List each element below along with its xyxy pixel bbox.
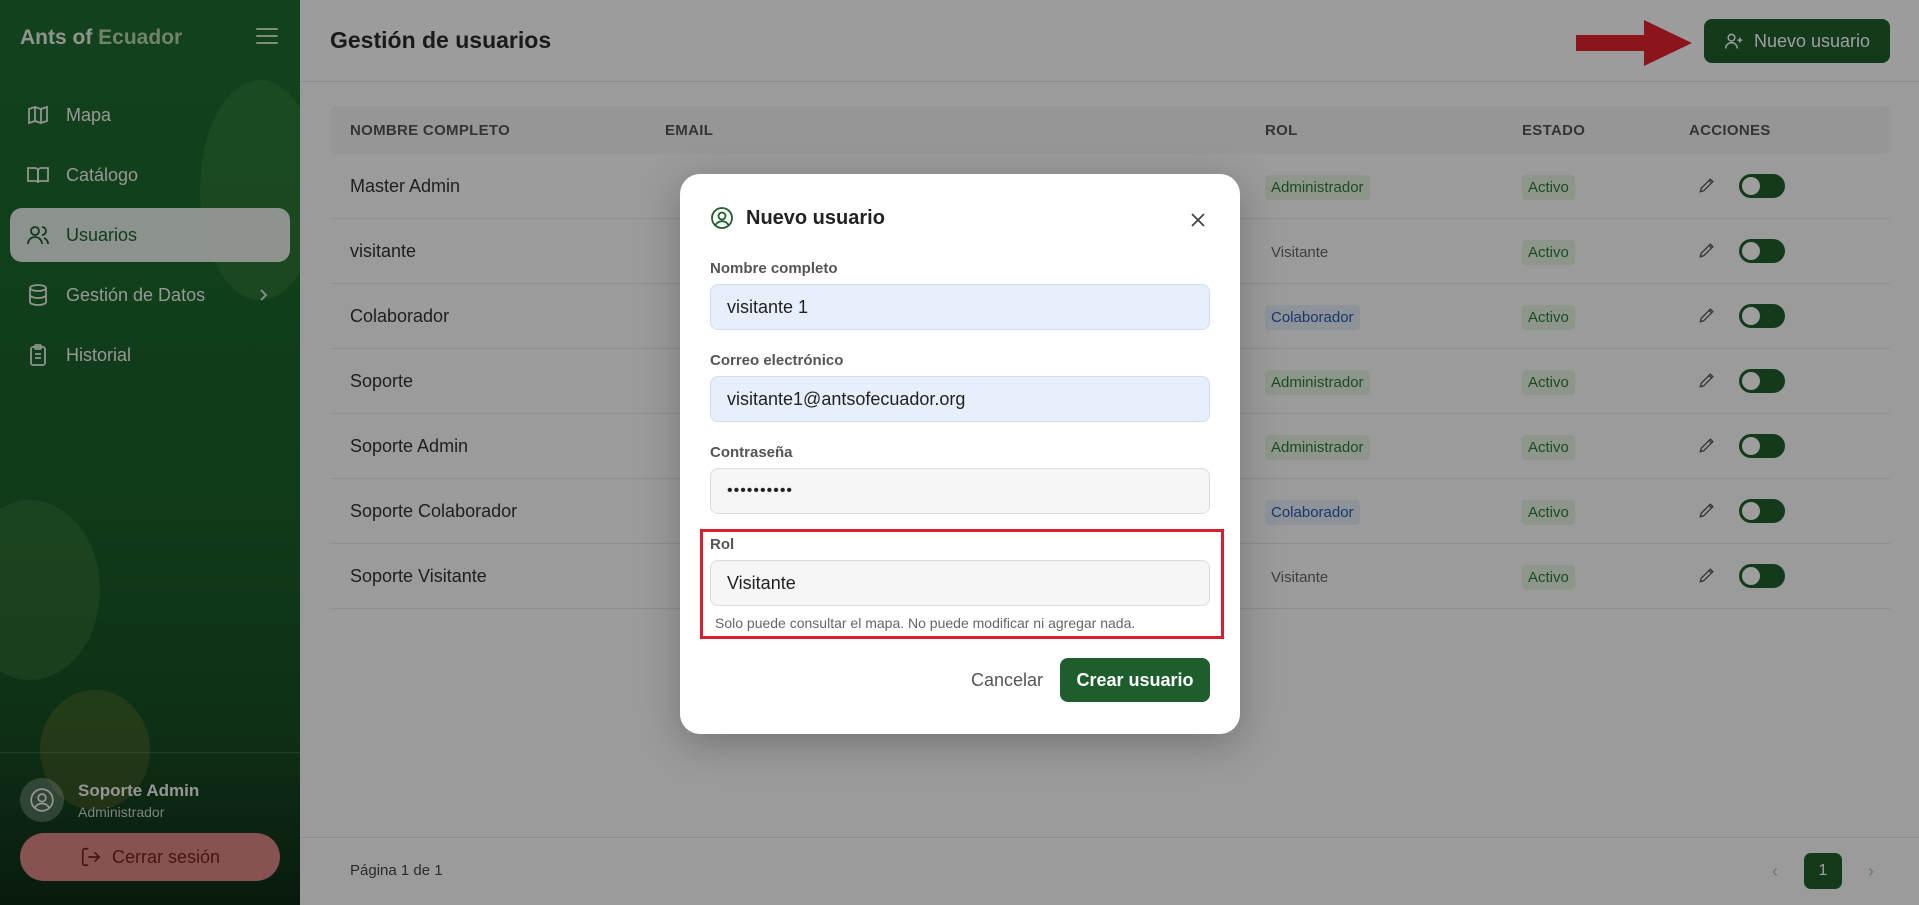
cancel-button[interactable]: Cancelar [942,658,1072,702]
modal-header: Nuevo usuario [710,206,885,230]
password-label: Contraseña [710,444,793,461]
modal-title: Nuevo usuario [746,206,885,229]
close-icon[interactable] [1188,210,1208,230]
new-user-modal: Nuevo usuario Nombre completo visitante … [680,174,1240,734]
email-label: Correo electrónico [710,352,844,369]
name-label: Nombre completo [710,260,838,277]
rol-label: Rol [710,536,735,553]
user-circle-icon [710,206,734,230]
name-input[interactable]: visitante 1 [710,284,1210,330]
password-input[interactable]: •••••••••• [710,468,1210,514]
email-input[interactable]: visitante1@antsofecuador.org [710,376,1210,422]
create-user-button[interactable]: Crear usuario [1060,658,1210,702]
rol-select[interactable]: Visitante [710,560,1210,606]
rol-hint: Solo puede consultar el mapa. No puede m… [715,615,1136,631]
